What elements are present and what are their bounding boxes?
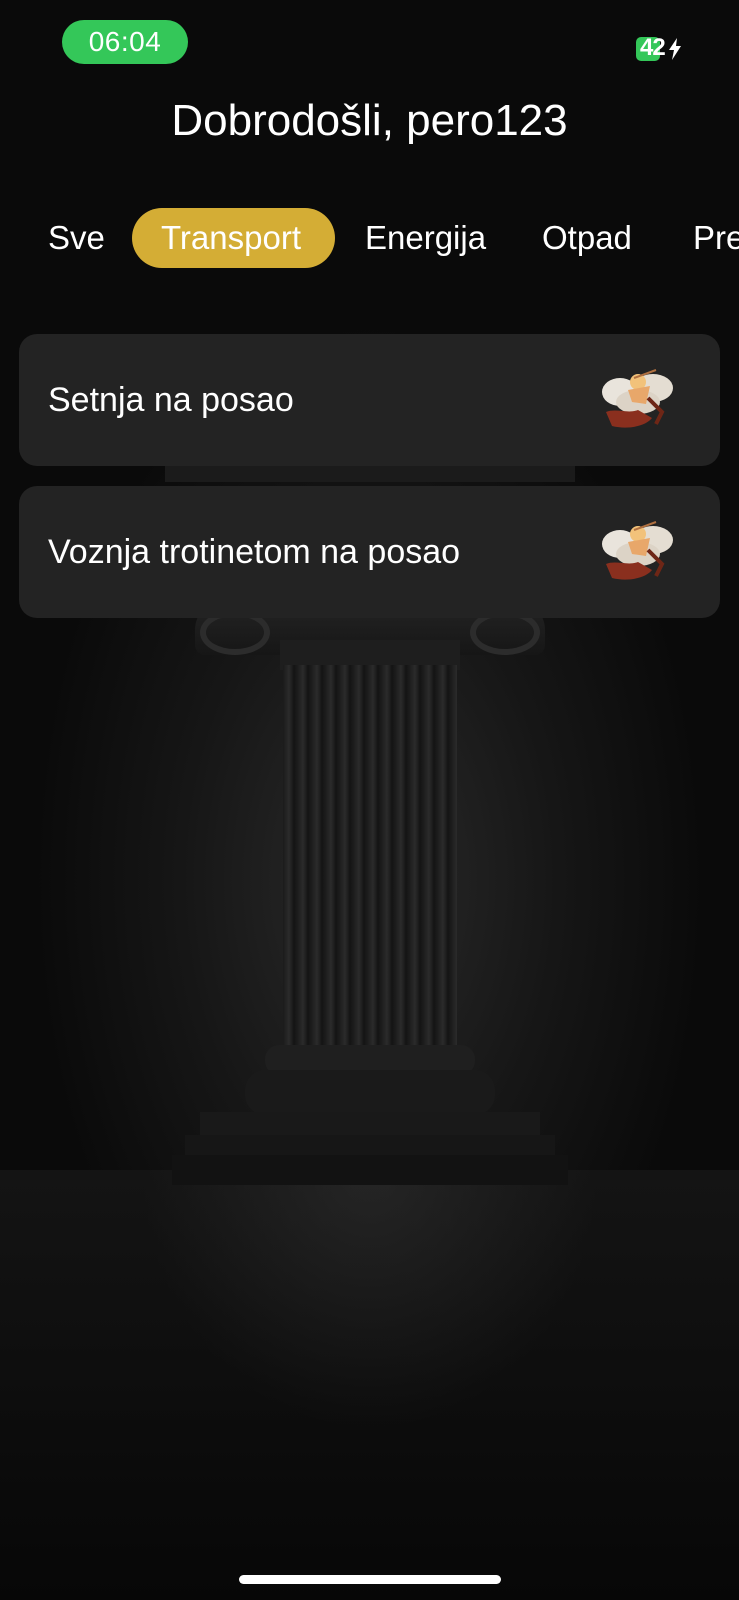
- list-item-label: Voznja trotinetom na posao: [48, 532, 461, 571]
- column-base-lower: [245, 1070, 495, 1115]
- cupid-illustration-icon: [602, 369, 673, 428]
- background-floor-glow: [140, 1170, 600, 1430]
- cupid-illustration-icon: [602, 521, 673, 580]
- column-step-3: [172, 1155, 568, 1185]
- tab-transport[interactable]: Transport: [132, 208, 335, 268]
- home-indicator[interactable]: [239, 1575, 501, 1584]
- category-tabs: Sve Transport Energija Otpad Pre: [0, 208, 739, 268]
- tab-otpad[interactable]: Otpad: [542, 208, 632, 268]
- list-item[interactable]: Setnja na posao: [19, 334, 720, 466]
- list-item[interactable]: Voznja trotinetom na posao: [19, 486, 720, 618]
- tab-sve[interactable]: Sve: [48, 208, 105, 268]
- status-time: 06:04: [62, 20, 188, 64]
- page-title: Dobrodošli, pero123: [171, 96, 568, 145]
- tab-energija[interactable]: Energija: [365, 208, 486, 268]
- charging-bolt-icon: [669, 38, 681, 60]
- battery-level: 42: [640, 34, 666, 61]
- column-shaft: [283, 665, 457, 1050]
- list-item-label: Setnja na posao: [48, 380, 294, 419]
- tab-pre[interactable]: Pre: [693, 208, 739, 268]
